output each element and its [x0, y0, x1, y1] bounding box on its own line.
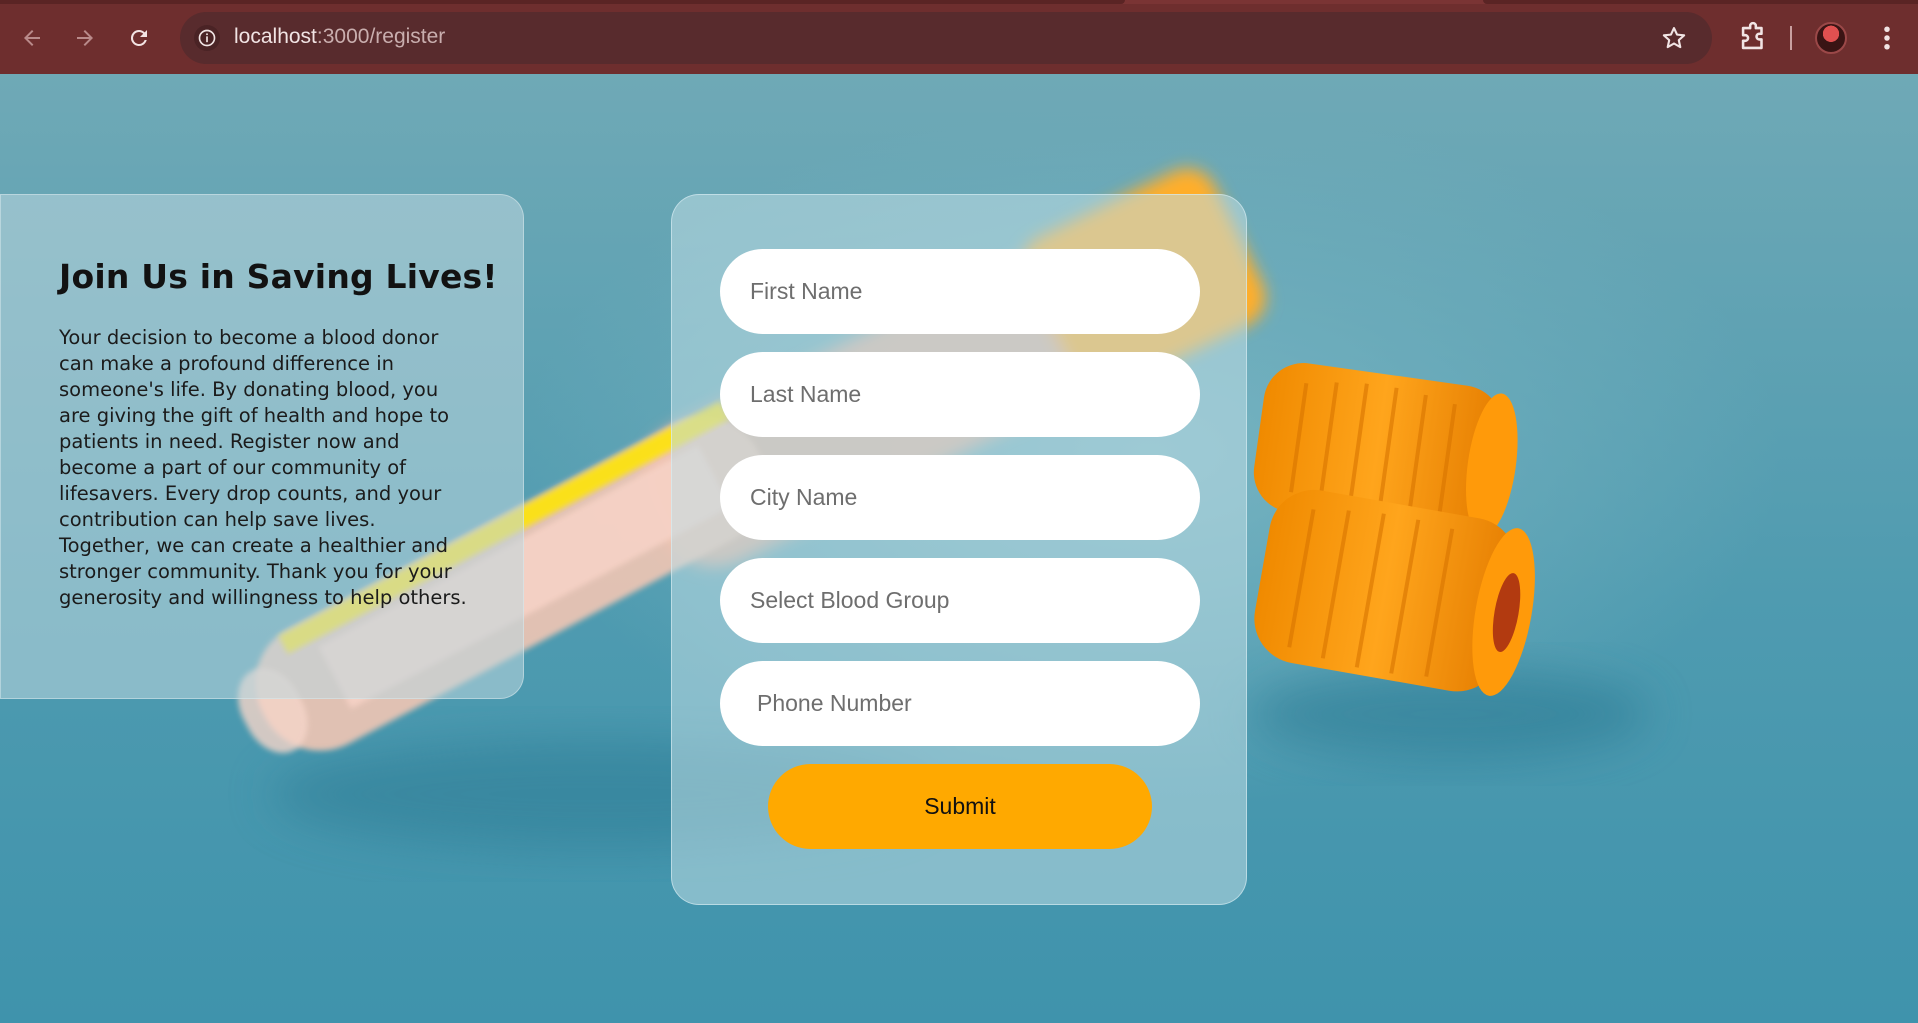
url-host: localhost: [234, 25, 317, 48]
puzzle-icon[interactable]: [1736, 21, 1770, 55]
kebab-menu-icon[interactable]: [1872, 22, 1902, 54]
info-description: Your decision to become a blood donor ca…: [59, 326, 467, 609]
arrow-right-icon: [77, 30, 93, 46]
tab-edge-left: [0, 0, 1125, 4]
toolbar-divider: [1790, 26, 1792, 50]
phone-number-input[interactable]: [720, 661, 1200, 746]
info-panel: Join Us in Saving Lives! Your decision t…: [0, 194, 524, 699]
url-path: :3000/register: [316, 25, 446, 48]
arrow-left-icon: [24, 30, 40, 46]
reload-icon: [130, 29, 147, 46]
city-name-input[interactable]: [720, 455, 1200, 540]
last-name-input[interactable]: [720, 352, 1200, 437]
submit-button[interactable]: Submit: [768, 764, 1152, 849]
avatar[interactable]: [1815, 22, 1847, 54]
back-button[interactable]: [13, 19, 51, 57]
info-icon[interactable]: [194, 25, 220, 51]
blood-group-input[interactable]: [720, 558, 1200, 643]
address-bar[interactable]: localhost:3000/register: [180, 12, 1712, 64]
page-viewport: Join Us in Saving Lives! Your decision t…: [0, 74, 1918, 1023]
star-icon[interactable]: [1660, 24, 1688, 52]
forward-button[interactable]: [66, 19, 104, 57]
browser-toolbar: localhost:3000/register: [0, 0, 1918, 74]
url-text[interactable]: localhost:3000/register: [234, 25, 445, 49]
first-name-input[interactable]: [720, 249, 1200, 334]
registration-form: Submit: [671, 194, 1247, 905]
tab-edge-right: [1483, 0, 1918, 4]
info-title: Join Us in Saving Lives!: [59, 257, 498, 296]
reload-button[interactable]: [120, 19, 158, 57]
